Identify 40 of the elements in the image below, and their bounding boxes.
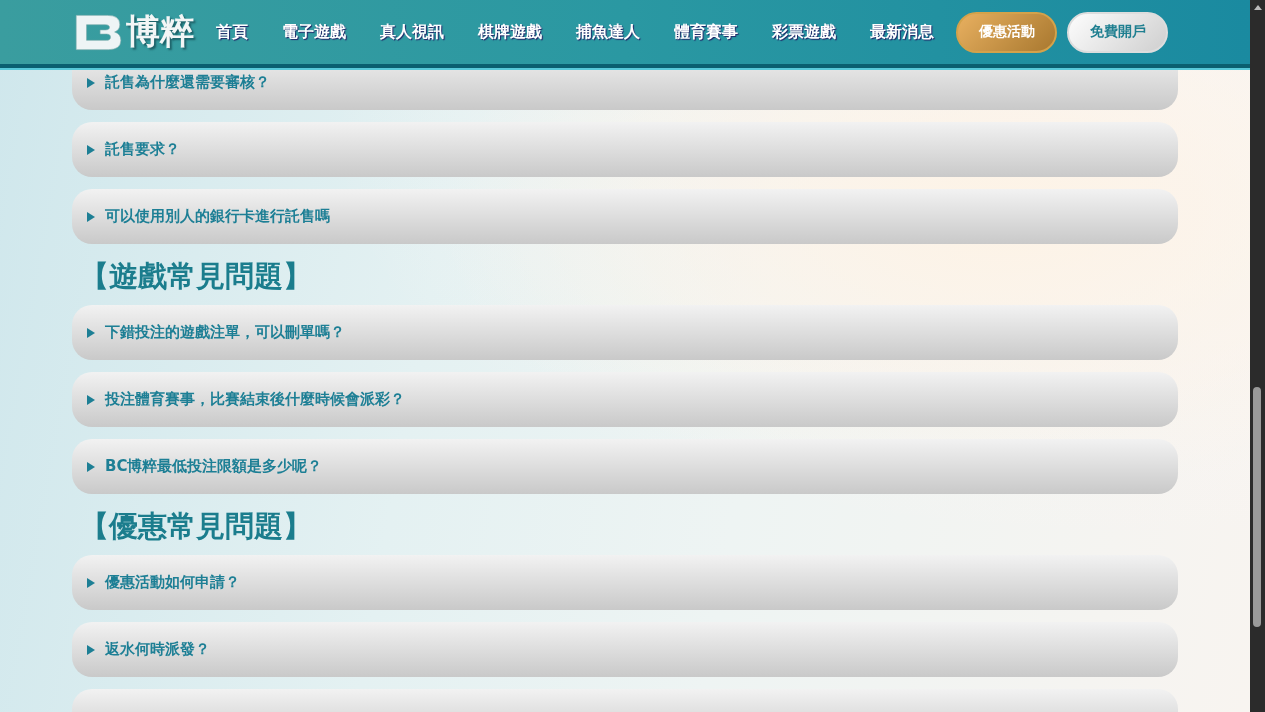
nav-link[interactable]: 棋牌遊戲 bbox=[478, 21, 542, 43]
triangle-icon bbox=[87, 78, 95, 88]
faq-item[interactable]: 可以使用別人的銀行卡進行託售嗎 bbox=[72, 189, 1178, 244]
triangle-icon bbox=[87, 327, 95, 338]
logo-text: 博粹 bbox=[126, 10, 194, 53]
section-heading: 【優惠常見問題】 bbox=[80, 508, 312, 545]
nav-link[interactable]: 最新消息 bbox=[870, 21, 934, 43]
faq-question: 返水何時派發？ bbox=[105, 640, 210, 659]
triangle-icon bbox=[87, 461, 95, 472]
faq-question: 可以使用別人的銀行卡進行託售嗎 bbox=[105, 207, 330, 226]
triangle-icon bbox=[87, 144, 95, 155]
nav-link[interactable]: 體育賽事 bbox=[674, 21, 738, 43]
triangle-icon bbox=[87, 394, 95, 405]
triangle-icon bbox=[87, 211, 95, 222]
faq-item[interactable]: 託售為什麼還需要審核？ bbox=[72, 69, 1178, 110]
section-heading: 【遊戲常見問題】 bbox=[80, 258, 312, 295]
faq-item[interactable]: 下錯投注的遊戲注單，可以刪單嗎？ bbox=[72, 305, 1178, 360]
faq-item[interactable]: 投注體育賽事，比賽結束後什麼時候會派彩？ bbox=[72, 372, 1178, 427]
logo[interactable]: 博粹 bbox=[72, 9, 194, 55]
nav-link[interactable]: 電子遊戲 bbox=[282, 21, 346, 43]
triangle-icon bbox=[87, 577, 95, 588]
faq-item[interactable]: BC博粹最低投注限額是多少呢？ bbox=[72, 439, 1178, 494]
faq-question: 下錯投注的遊戲注單，可以刪單嗎？ bbox=[105, 323, 345, 342]
faq-question: BC博粹最低投注限額是多少呢？ bbox=[105, 457, 323, 476]
triangle-icon bbox=[87, 644, 95, 655]
nav-link[interactable]: 彩票遊戲 bbox=[772, 21, 836, 43]
faq-question: 託售要求？ bbox=[105, 140, 180, 159]
faq-question: 優惠活動如何申請？ bbox=[105, 573, 240, 592]
faq-item[interactable]: 託售要求？ bbox=[72, 122, 1178, 177]
faq-item[interactable]: 優惠活動如何申請？ bbox=[72, 555, 1178, 610]
faq-question: 託售為什麼還需要審核？ bbox=[105, 73, 270, 92]
nav-link[interactable]: 首頁 bbox=[216, 21, 248, 43]
nav-link[interactable]: 真人視訊 bbox=[380, 21, 444, 43]
faq-question: 投注體育賽事，比賽結束後什麼時候會派彩？ bbox=[105, 390, 405, 409]
scroll-up-icon[interactable] bbox=[1253, 5, 1262, 10]
scrollbar-thumb[interactable] bbox=[1253, 387, 1261, 627]
register-button[interactable]: 免費開戶 bbox=[1067, 11, 1168, 53]
nav-link[interactable]: 捕魚達人 bbox=[576, 21, 640, 43]
promotions-button[interactable]: 優惠活動 bbox=[956, 11, 1057, 53]
faq-item[interactable]: 返水何時派發？ bbox=[72, 622, 1178, 677]
